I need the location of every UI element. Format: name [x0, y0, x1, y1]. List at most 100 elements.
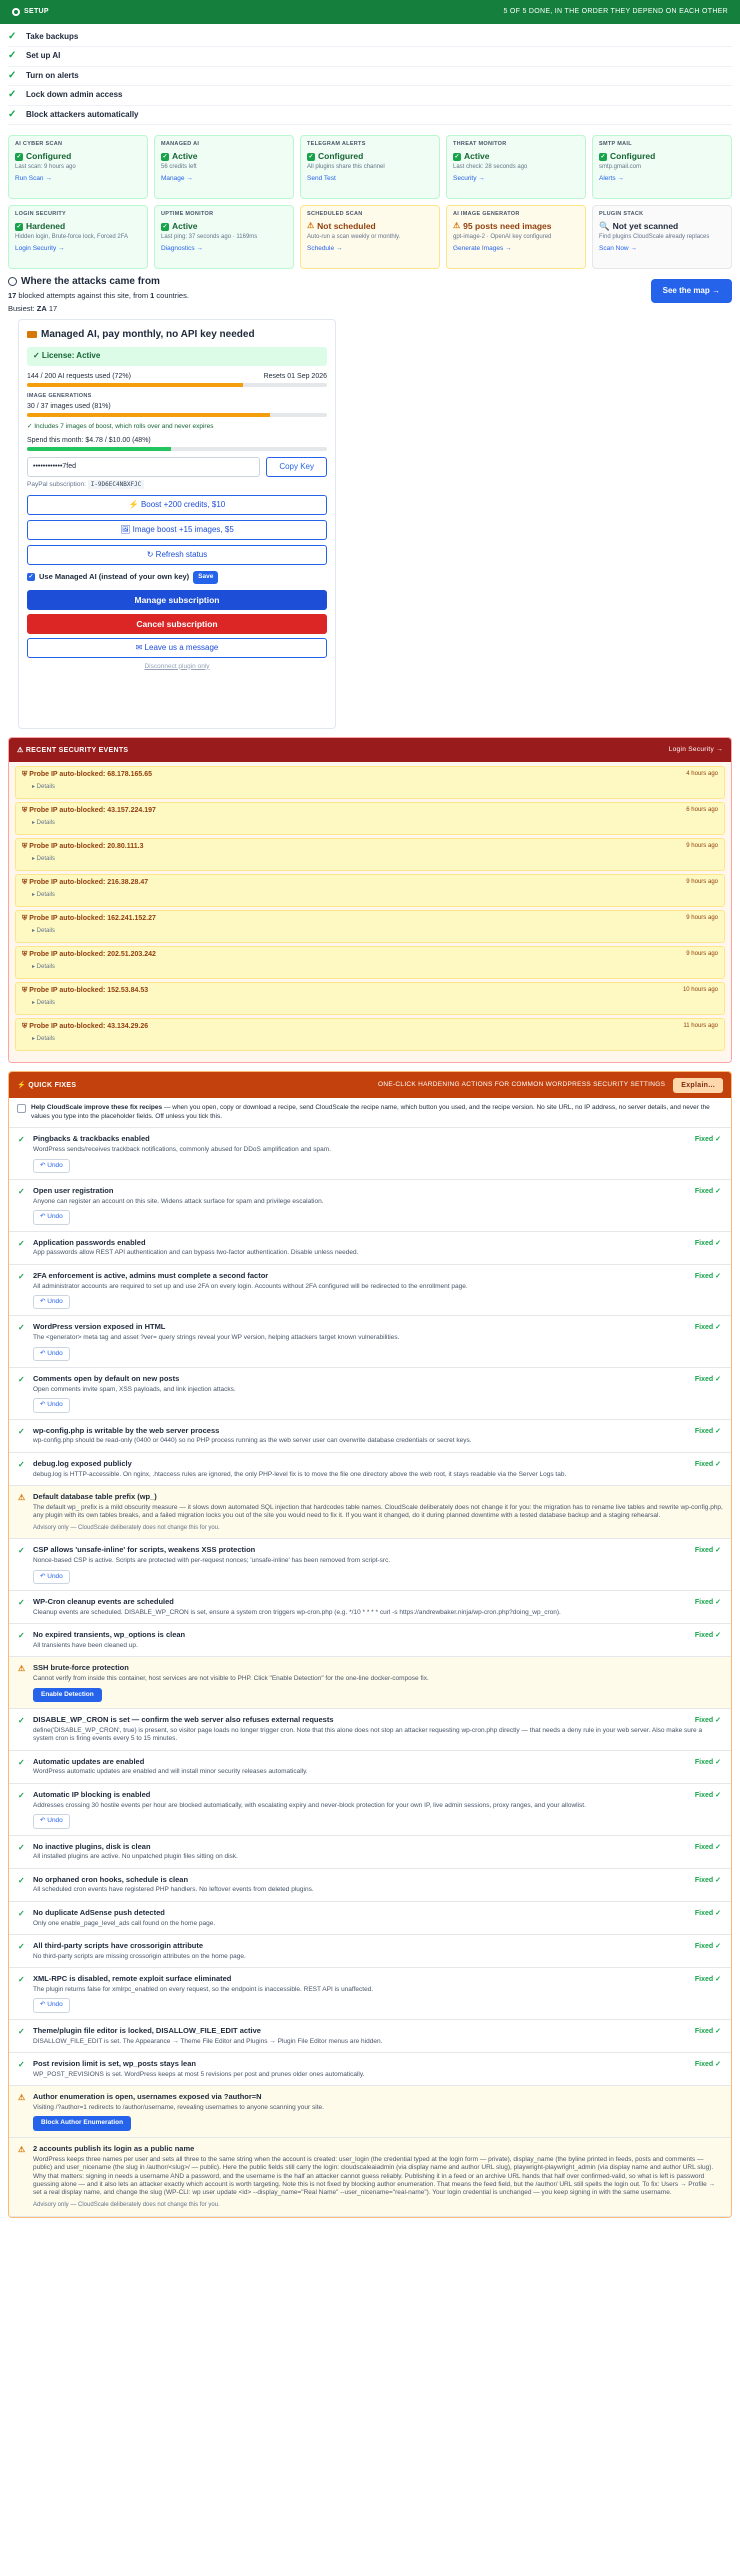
quick-fix-item: ✓ All third-party scripts have crossorigi…	[9, 1935, 731, 1969]
event-details-toggle[interactable]: ▸ Details	[32, 964, 718, 972]
undo-button[interactable]: ↶ Undo	[33, 1210, 70, 1225]
event-details-toggle[interactable]: ▸ Details	[32, 784, 718, 792]
login-security-link[interactable]: Login Security →	[669, 746, 723, 754]
setup-step[interactable]: ✓ Block attackers automatically	[8, 106, 732, 125]
license-status: ✓ License: Active	[27, 347, 327, 366]
event-details-toggle[interactable]: ▸ Details	[32, 928, 718, 936]
quick-fix-item: ✓ WordPress version exposed in HTML The <…	[9, 1316, 731, 1369]
api-key-field[interactable]: ••••••••••••7fed	[27, 456, 261, 477]
fix-title: Author enumeration is open, usernames ex…	[33, 2092, 262, 2102]
refresh-status-button[interactable]: ↻ Refresh status	[27, 545, 327, 566]
fixed-status: Fixed ✓	[694, 1460, 721, 1468]
quick-fix-item: ⚠ SSH brute-force protection Cannot verif…	[9, 1657, 731, 1710]
status-card: PLUGIN STACK 🔍 Not yet scanned Find plugi…	[592, 204, 732, 269]
check-icon: ✓	[18, 1975, 25, 1985]
setup-step-label: Set up AI	[26, 51, 61, 61]
fix-description: define('DISABLE_WP_CRON', true) is prese…	[33, 1726, 703, 1743]
leave-message-button[interactable]: ✉ Leave us a message	[27, 637, 327, 658]
status-card: SCHEDULED SCAN ⚠ Not scheduled Auto-run a…	[300, 204, 440, 269]
card-status: ✓ Active	[453, 151, 490, 162]
setup-step[interactable]: ✓ Lock down admin access	[8, 86, 732, 106]
check-icon: ✓	[18, 1186, 25, 1196]
security-event: ⛨ Probe IP auto-blocked: 20.80.111.3 ▸ D…	[15, 838, 725, 872]
disconnect-plugin-link[interactable]: Disconnect plugin only	[27, 663, 327, 671]
fix-description: WordPress keeps three names per user and…	[33, 2155, 716, 2197]
explain-button[interactable]: Explain...	[673, 1077, 723, 1093]
shield-icon: ⛨	[22, 915, 28, 923]
security-event: ⛨ Probe IP auto-blocked: 68.178.165.65 ▸…	[15, 766, 725, 800]
fix-title: WordPress version exposed in HTML	[33, 1322, 166, 1332]
fix-description: Anyone can register an account on this s…	[33, 1197, 324, 1205]
card-detail: Last scan: 9 hours ago	[15, 164, 76, 171]
card-status: ✓ Configured	[599, 151, 656, 162]
undo-button[interactable]: ↶ Undo	[33, 1294, 70, 1310]
fix-action-button[interactable]: Enable Detection	[33, 1687, 102, 1703]
warning-icon: ⚠	[307, 221, 315, 231]
security-event: ⛨ Probe IP auto-blocked: 162.241.152.27 …	[15, 910, 725, 944]
check-icon: ✓	[453, 152, 461, 161]
image-boost-button[interactable]: 🖼 Image boost +15 images, $5	[27, 520, 327, 541]
event-details-toggle[interactable]: ▸ Details	[32, 1036, 718, 1044]
setup-step[interactable]: ✓ Take backups	[8, 28, 732, 48]
fix-title: Application passwords enabled	[33, 1237, 146, 1247]
event-time: 11 hours ago	[683, 1023, 718, 1030]
event-details-toggle[interactable]: ▸ Details	[32, 892, 718, 900]
fix-title: 2FA enforcement is active, admins must c…	[33, 1270, 269, 1280]
status-card: AI CYBER SCAN ✓ Configured Last scan: 9 h…	[8, 134, 148, 199]
manage-subscription-button[interactable]: Manage subscription	[27, 589, 327, 610]
event-details-toggle[interactable]: ▸ Details	[32, 820, 718, 828]
card-link[interactable]: Alerts →	[599, 175, 725, 183]
gear-icon	[12, 8, 20, 16]
shield-icon: ⛨	[22, 987, 28, 995]
fixed-status: Fixed ✓	[694, 1376, 721, 1384]
card-title: THREAT MONITOR	[453, 140, 507, 147]
undo-button[interactable]: ↶ Undo	[33, 1398, 70, 1413]
setup-steps: ✓ Take backups ✓ Set up AI ✓ Turn on alert…	[0, 24, 740, 129]
undo-button[interactable]: ↶ Undo	[33, 1346, 70, 1362]
quick-fix-item: ✓ 2FA enforcement is active, admins must …	[9, 1265, 731, 1317]
check-icon: ✓	[18, 1323, 25, 1333]
events-list: ⛨ Probe IP auto-blocked: 68.178.165.65 ▸…	[9, 762, 731, 1063]
card-status: ⚠ Not scheduled	[307, 221, 376, 232]
card-status: ✓ Configured	[15, 151, 72, 162]
boost-note: ✓ Includes 7 images of boost, which roll…	[27, 423, 214, 431]
card-link[interactable]: Run Scan →	[15, 175, 141, 183]
event-details-toggle[interactable]: ▸ Details	[32, 856, 718, 864]
use-managed-checkbox[interactable]: ✓	[27, 573, 35, 582]
card-link[interactable]: Manage →	[161, 175, 287, 183]
boost-credits-button[interactable]: ⚡ Boost +200 credits, $10	[27, 495, 327, 516]
card-link[interactable]: Schedule →	[307, 245, 433, 253]
status-card: UPTIME MONITOR ✓ Active Last ping: 37 sec…	[154, 204, 294, 269]
event-time: 10 hours ago	[682, 987, 718, 994]
card-link[interactable]: Security →	[453, 175, 579, 183]
card-link[interactable]: Generate Images →	[453, 245, 579, 253]
fix-title: Comments open by default on new posts	[33, 1374, 180, 1384]
setup-progress: 5 of 5 done, in the order they depend on…	[503, 8, 728, 16]
setup-step[interactable]: ✓ Turn on alerts	[8, 67, 732, 87]
requests-used: 144 / 200 AI requests used (72%)	[27, 372, 131, 380]
card-link[interactable]: Diagnostics →	[161, 245, 287, 253]
card-link[interactable]: Send Test	[307, 175, 433, 183]
setup-step[interactable]: ✓ Set up AI	[8, 47, 732, 67]
quick-fix-item: ⚠ Author enumeration is open, usernames e…	[9, 2086, 731, 2138]
undo-button[interactable]: ↶ Undo	[33, 1814, 70, 1829]
event-details-toggle[interactable]: ▸ Details	[32, 1000, 718, 1008]
card-link[interactable]: Scan Now →	[599, 245, 725, 253]
card-link[interactable]: Login Security →	[15, 245, 141, 253]
help-improve-checkbox[interactable]	[17, 1104, 26, 1114]
undo-button[interactable]: ↶ Undo	[33, 1998, 70, 2013]
fix-action-button[interactable]: Block Author Enumeration	[33, 2116, 132, 2131]
fixes-list: ✓ Pingbacks & trackbacks enabled WordPres…	[9, 1128, 731, 2217]
card-detail: Auto-run a scan weekly or monthly.	[307, 234, 401, 241]
setup-header: SETUP 5 of 5 done, in the order they dep…	[0, 0, 740, 24]
save-button[interactable]: Save	[193, 571, 219, 584]
undo-button[interactable]: ↶ Undo	[33, 1569, 70, 1585]
managed-ai-title: Managed AI, pay monthly, no API key need…	[41, 329, 255, 341]
see-map-button[interactable]: See the map →	[650, 278, 732, 304]
card-status: ✓ Configured	[307, 151, 364, 162]
cancel-subscription-button[interactable]: Cancel subscription	[27, 613, 327, 634]
quick-fix-item: ✓ Pingbacks & trackbacks enabled WordPres…	[9, 1128, 731, 1180]
copy-key-button[interactable]: Copy Key	[266, 456, 327, 477]
check-icon: ✓	[18, 1942, 25, 1952]
undo-button[interactable]: ↶ Undo	[33, 1158, 70, 1173]
